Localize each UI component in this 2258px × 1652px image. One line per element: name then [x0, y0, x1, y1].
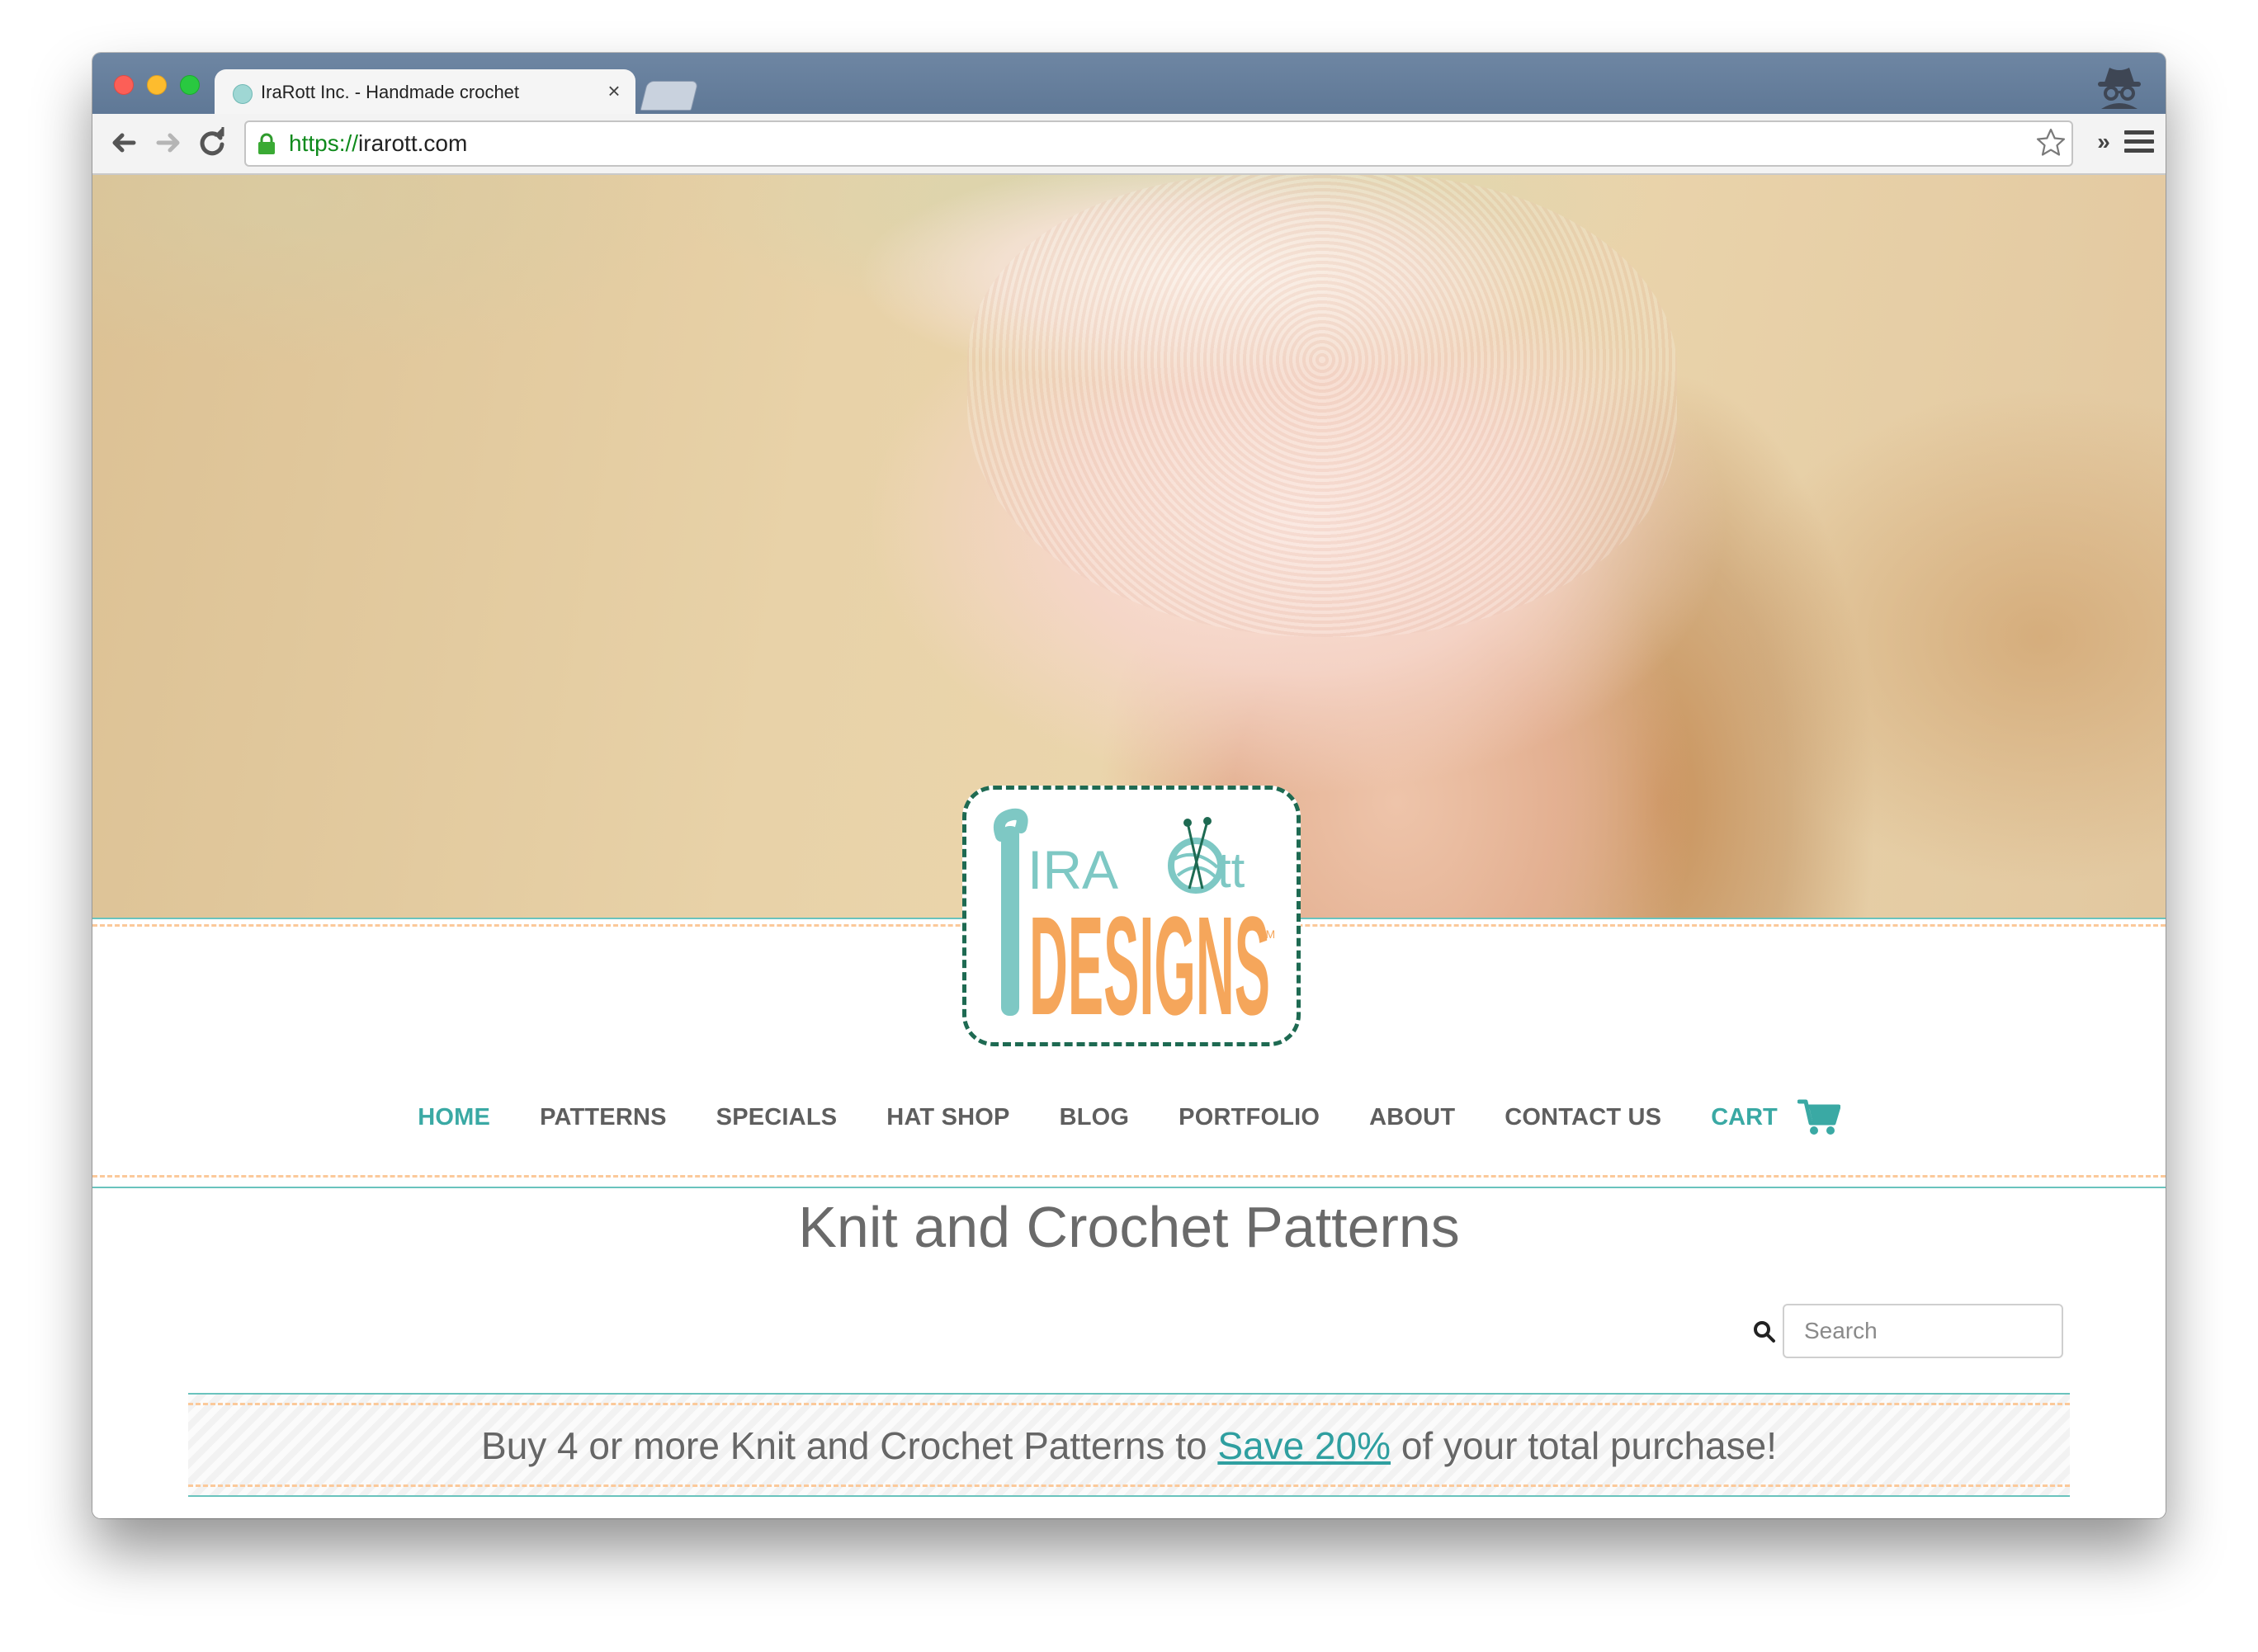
- favicon-icon: [233, 84, 253, 104]
- browser-window: IraRott Inc. - Handmade crochet × https:…: [92, 53, 2166, 1518]
- nav-hat-shop[interactable]: HAT SHOP: [886, 1104, 1009, 1131]
- close-window-button[interactable]: [114, 75, 134, 95]
- svg-text:DESIGNS: DESIGNS: [1029, 888, 1270, 1042]
- tab-active[interactable]: IraRott Inc. - Handmade crochet ×: [215, 69, 635, 114]
- search-input[interactable]: [1783, 1304, 2063, 1358]
- nav-blog[interactable]: BLOG: [1060, 1104, 1130, 1131]
- nav-home[interactable]: HOME: [418, 1104, 490, 1131]
- bookmark-star-icon[interactable]: [2035, 127, 2067, 158]
- tab-close-icon[interactable]: ×: [602, 78, 626, 104]
- nav-specials[interactable]: SPECIALS: [716, 1104, 838, 1131]
- main-nav: HOME PATTERNS SPECIALS HAT SHOP BLOG POR…: [92, 1093, 2166, 1142]
- minimize-window-button[interactable]: [147, 75, 167, 95]
- address-bar[interactable]: https://irarott.com: [244, 120, 2073, 167]
- web-page: IRA tt DESIGNS TM HOME PATTERNS SPECIALS…: [92, 175, 2166, 1518]
- nav-dashed-line-bottom: [92, 1175, 2166, 1178]
- nav-contact-us[interactable]: CONTACT US: [1505, 1104, 1661, 1131]
- zoom-window-button[interactable]: [180, 75, 200, 95]
- nav-cart[interactable]: CART: [1711, 1098, 1840, 1136]
- url-text: https://irarott.com: [289, 130, 468, 156]
- lock-icon: [258, 133, 275, 154]
- nav-portfolio[interactable]: PORTFOLIO: [1179, 1104, 1320, 1131]
- incognito-icon: [2098, 68, 2141, 109]
- forward-arrow-icon[interactable]: [149, 124, 187, 162]
- cart-label: CART: [1711, 1103, 1778, 1130]
- tab-strip: IraRott Inc. - Handmade crochet ×: [92, 53, 2166, 114]
- browser-toolbar: https://irarott.com »: [92, 114, 2166, 175]
- browser-menu-icon[interactable]: [2124, 130, 2154, 157]
- search-icon: [1754, 1321, 1775, 1343]
- save-20-link[interactable]: Save 20%: [1217, 1424, 1391, 1467]
- site-logo[interactable]: IRA tt DESIGNS TM: [962, 786, 1301, 1046]
- page-title: Knit and Crochet Patterns: [798, 1195, 1460, 1259]
- nav-divider-bottom: [92, 1187, 2166, 1188]
- new-tab-button[interactable]: [640, 81, 699, 111]
- reload-icon[interactable]: [193, 124, 231, 162]
- back-arrow-icon[interactable]: [106, 124, 144, 162]
- logo-artwork: IRA tt DESIGNS TM: [993, 808, 1275, 1045]
- nav-patterns[interactable]: PATTERNS: [540, 1104, 667, 1131]
- promo-banner: Buy 4 or more Knit and Crochet Patterns …: [188, 1393, 2070, 1497]
- svg-text:TM: TM: [1259, 927, 1275, 941]
- promo-text: Buy 4 or more Knit and Crochet Patterns …: [481, 1424, 1777, 1467]
- extensions-overflow-button[interactable]: »: [2091, 129, 2116, 155]
- nav-about[interactable]: ABOUT: [1369, 1104, 1455, 1131]
- cart-icon: [1797, 1099, 1840, 1135]
